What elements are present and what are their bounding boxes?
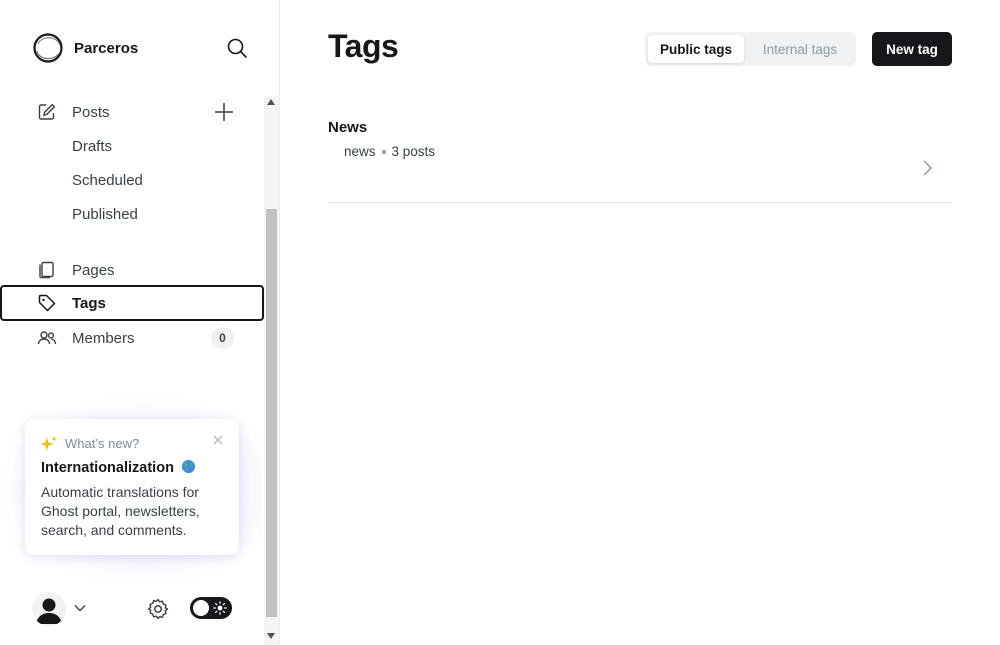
sun-icon — [213, 601, 227, 615]
sidebar-scrollbar[interactable] — [264, 96, 279, 645]
user-avatar-icon — [36, 598, 62, 624]
sparkle-icon — [40, 436, 57, 451]
brand[interactable]: Parceros — [32, 32, 138, 64]
globe-icon — [181, 459, 196, 474]
separator-dot — [381, 149, 386, 154]
whats-new-kicker: What’s new? — [65, 436, 140, 451]
nav-label-tags: Tags — [72, 294, 106, 312]
brand-logo-icon — [33, 33, 63, 63]
toggle-knob — [193, 600, 209, 616]
tag-type-segmented-control: Public tags Internal tags — [645, 32, 856, 66]
new-tag-button[interactable]: New tag — [872, 32, 952, 66]
scroll-up-arrow-icon[interactable] — [267, 99, 275, 105]
nav-item-scheduled[interactable]: Scheduled — [0, 162, 264, 198]
nav-item-tags[interactable]: Tags — [0, 285, 264, 321]
tab-internal-tags[interactable]: Internal tags — [748, 35, 852, 63]
brand-name: Parceros — [74, 39, 139, 57]
nav-label-posts: Posts — [72, 103, 110, 121]
page-title: Tags — [328, 28, 399, 64]
nav-item-pages[interactable]: Pages — [0, 252, 264, 288]
tag-name: News — [328, 119, 368, 136]
tab-public-tags[interactable]: Public tags — [648, 35, 744, 63]
tag-icon — [38, 294, 56, 312]
chevron-down-icon[interactable] — [73, 602, 87, 614]
whats-new-body: Automatic translations for Ghost portal,… — [41, 484, 200, 538]
whats-new-card[interactable]: What’s new? Internationalization Automat… — [25, 419, 239, 555]
scroll-thumb[interactable] — [266, 209, 277, 617]
gear-icon[interactable] — [146, 597, 170, 621]
scroll-down-arrow-icon[interactable] — [267, 633, 275, 639]
nav-label-drafts: Drafts — [72, 137, 113, 155]
tag-post-count: 3 posts — [391, 144, 436, 159]
main-content: Tags Public tags Internal tags New tag N… — [280, 0, 1000, 645]
page-icon — [39, 261, 54, 279]
tag-meta: news 3 posts — [344, 144, 435, 159]
close-icon[interactable] — [212, 434, 224, 446]
chevron-right-icon — [923, 160, 933, 176]
avatar[interactable] — [32, 592, 66, 626]
add-post-plus-icon[interactable] — [213, 101, 235, 123]
members-icon — [37, 331, 57, 345]
members-count-badge: 0 — [211, 327, 234, 349]
whats-new-title-text: Internationalization — [41, 460, 174, 476]
nav-label-members: Members — [72, 329, 135, 347]
nav-label-pages: Pages — [72, 261, 115, 279]
whats-new-title: Internationalization — [41, 459, 196, 476]
table-row[interactable]: News news 3 posts — [328, 113, 952, 203]
tag-slug: news — [344, 144, 376, 159]
nav-item-drafts[interactable]: Drafts — [0, 128, 264, 164]
nav-label-scheduled: Scheduled — [72, 171, 143, 189]
sidebar: Parceros Posts Drafts Scheduled Publishe… — [0, 0, 280, 645]
nav-label-published: Published — [72, 205, 138, 223]
search-icon[interactable] — [225, 36, 249, 60]
pencil-edit-icon — [38, 103, 56, 120]
nav-item-published[interactable]: Published — [0, 196, 264, 232]
theme-toggle[interactable] — [190, 597, 232, 619]
